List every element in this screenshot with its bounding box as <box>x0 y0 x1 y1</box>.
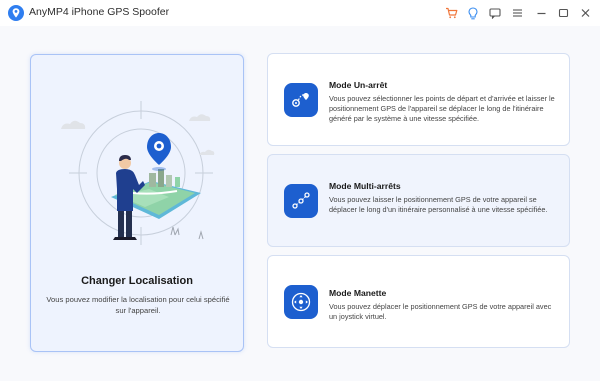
joystick-mode-title: Mode Manette <box>329 288 387 298</box>
feedback-button[interactable] <box>484 2 506 24</box>
joystick-mode-description: Vous pouvez déplacer le positionnement G… <box>329 302 552 321</box>
one-stop-mode-title: Mode Un-arrêt <box>329 80 388 90</box>
main-content: Changer Localisation Vous pouvez modifie… <box>0 26 600 381</box>
minimize-icon <box>537 12 545 15</box>
multi-stop-route-icon <box>284 184 318 218</box>
minimize-button[interactable] <box>530 2 552 24</box>
one-stop-mode-description: Vous pouvez sélectionner les points de d… <box>329 94 555 123</box>
app-logo-icon <box>8 5 24 21</box>
maximize-button[interactable] <box>552 2 574 24</box>
cart-button[interactable] <box>440 2 462 24</box>
joystick-mode-card[interactable]: Mode Manette Vous pouvez déplacer le pos… <box>267 255 570 348</box>
location-bulb-icon <box>468 6 478 19</box>
title-bar: AnyMP4 iPhone GPS Spoofer <box>0 0 600 26</box>
cart-icon <box>445 7 457 19</box>
change-location-description: Vous pouvez modifier la localisation pou… <box>46 295 230 315</box>
joystick-icon <box>284 285 318 319</box>
multi-stop-mode-description: Vous pouvez laisser le positionnement GP… <box>329 195 548 214</box>
one-stop-mode-card[interactable]: Mode Un-arrêt Vous pouvez sélectionner l… <box>267 53 570 146</box>
location-illustration <box>61 101 215 245</box>
close-icon <box>581 9 589 17</box>
app-title: AnyMP4 iPhone GPS Spoofer <box>29 6 170 18</box>
change-location-title: Changer Localisation <box>81 275 193 287</box>
multi-stop-mode-card[interactable]: Mode Multi-arrêts Vous pouvez laisser le… <box>267 154 570 247</box>
change-location-card[interactable]: Changer Localisation Vous pouvez modifie… <box>30 54 244 352</box>
menu-button[interactable] <box>506 2 528 24</box>
location-tip-button[interactable] <box>462 2 484 24</box>
feedback-icon <box>489 7 501 19</box>
multi-stop-mode-title: Mode Multi-arrêts <box>329 181 401 191</box>
menu-icon <box>512 9 522 17</box>
close-button[interactable] <box>574 2 596 24</box>
one-stop-route-icon <box>284 83 318 117</box>
maximize-icon <box>558 8 568 18</box>
